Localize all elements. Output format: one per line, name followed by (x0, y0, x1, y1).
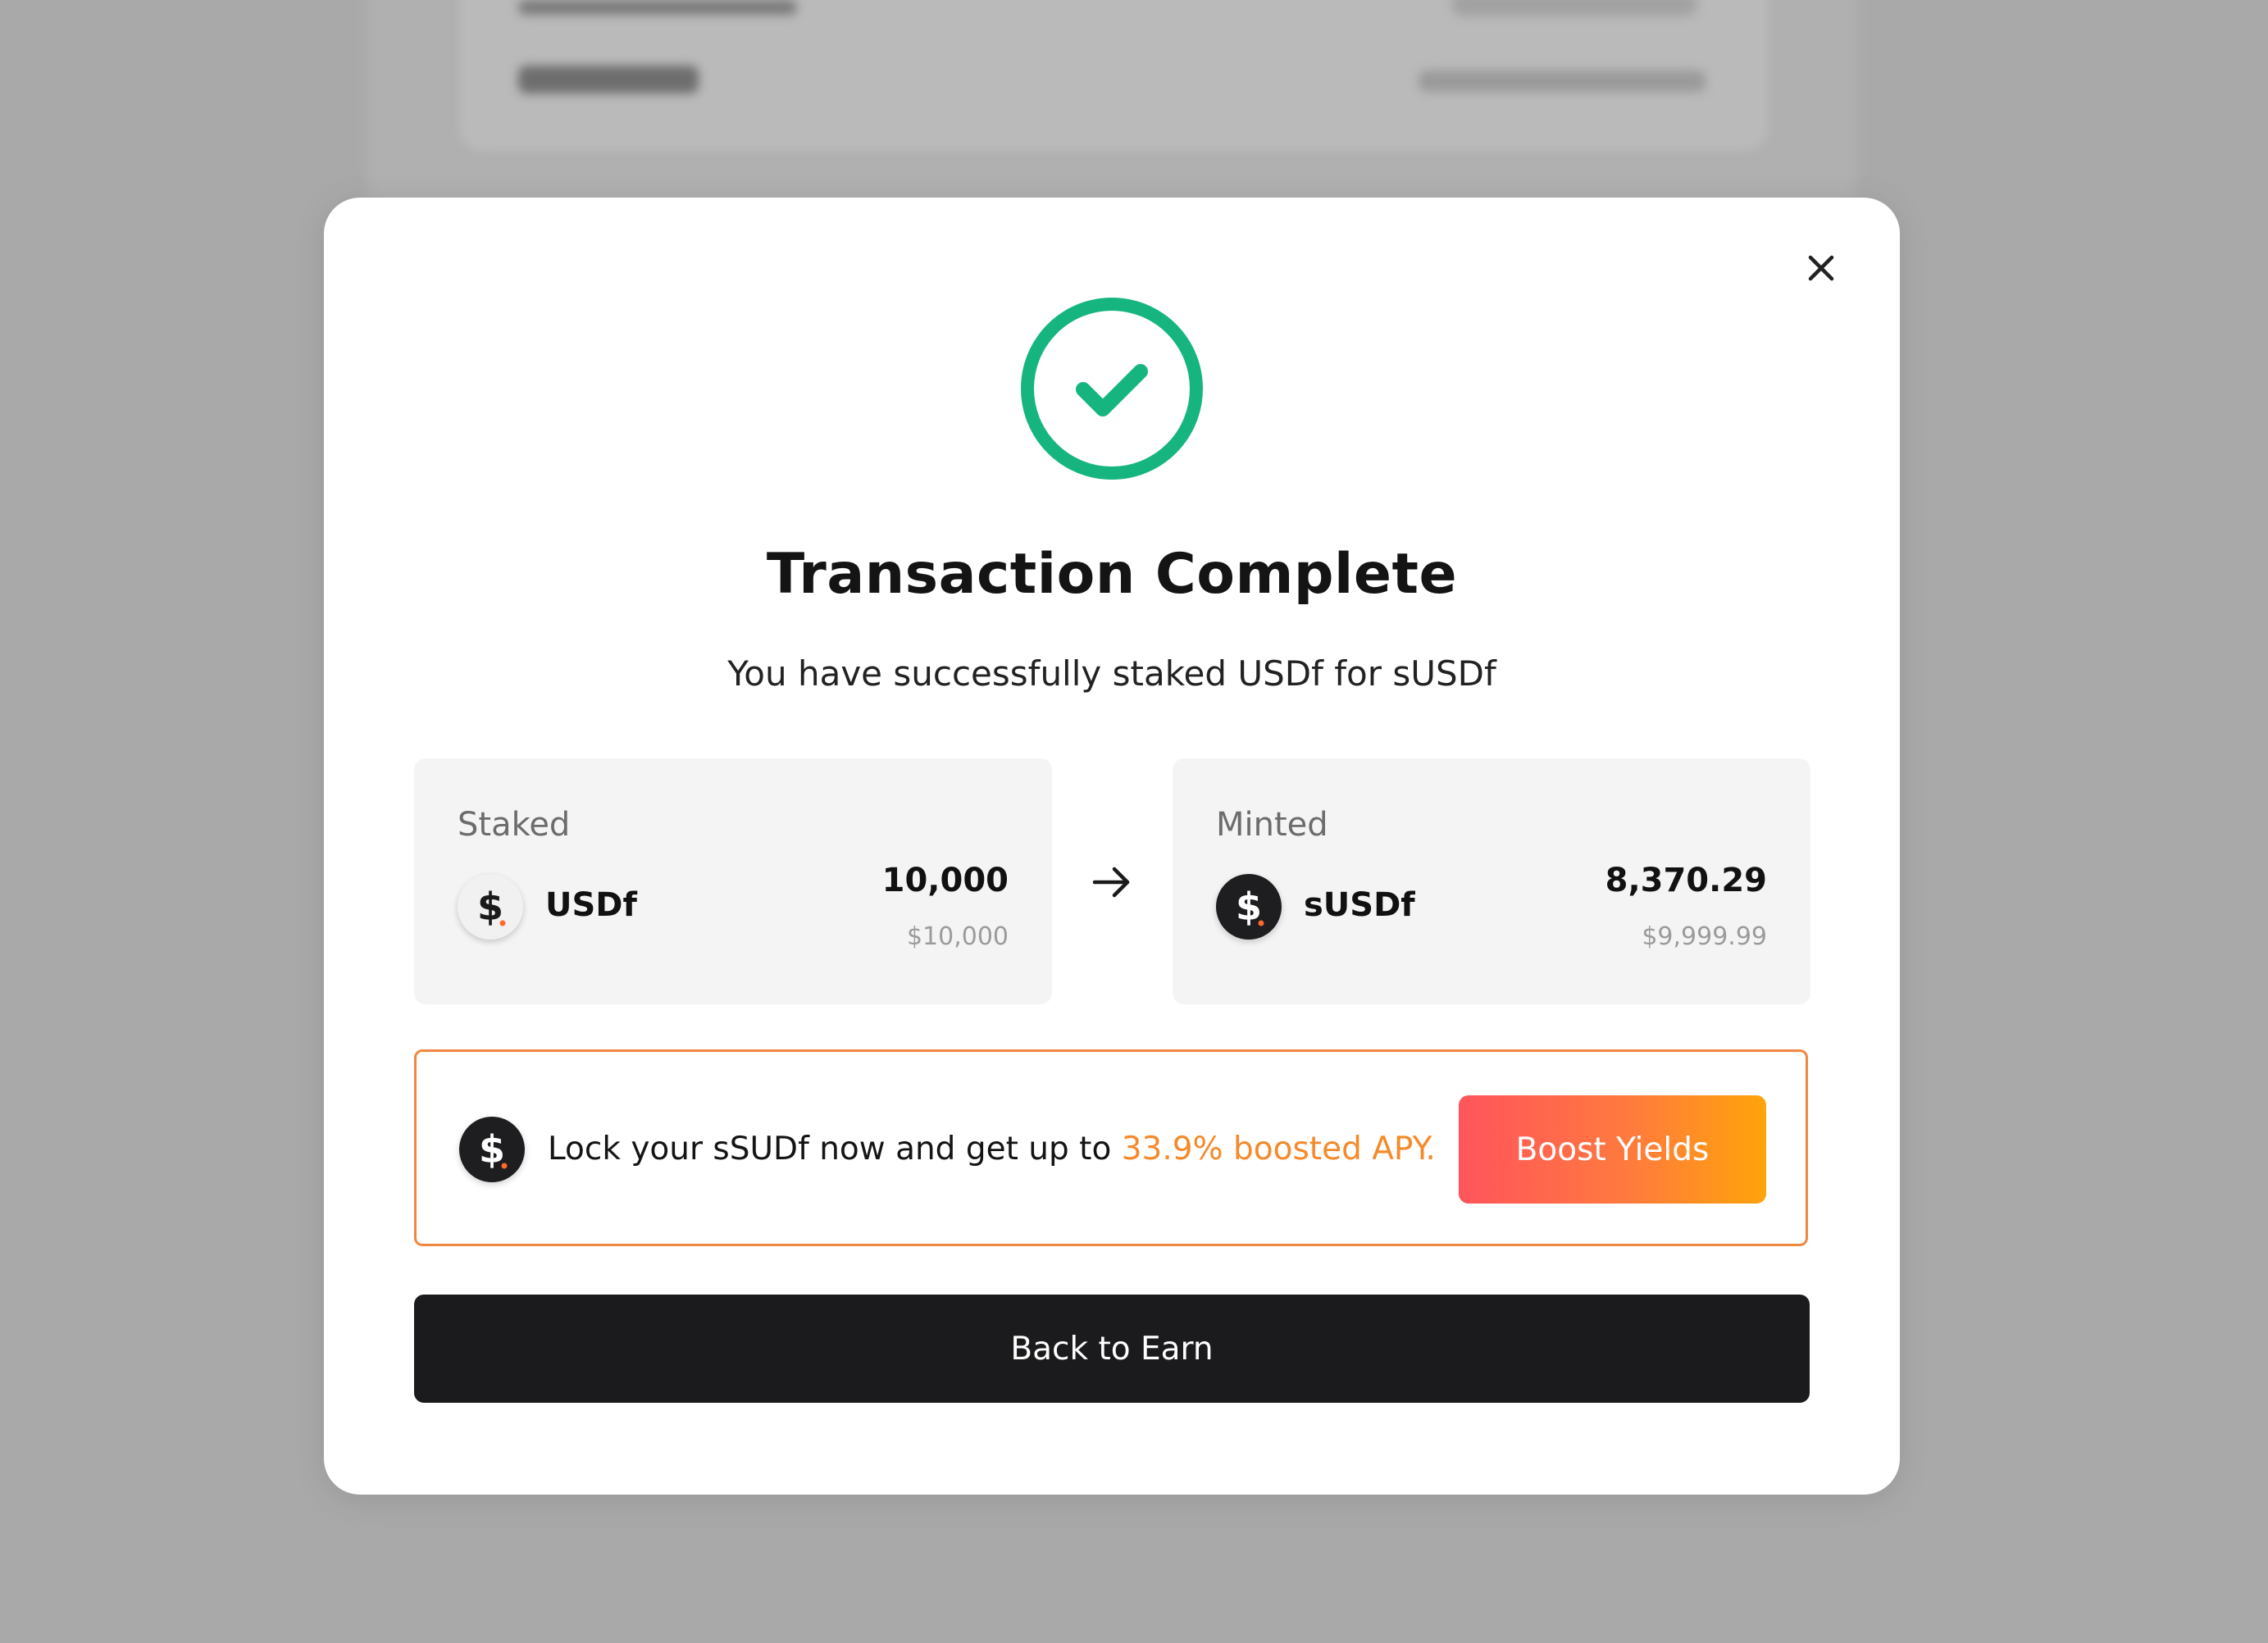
staked-card: Staked $ USDf 10,000 $10,000 (414, 758, 1052, 1004)
minted-token-name: sUSDf (1304, 886, 1415, 924)
minted-card: Minted $ sUSDf 8,370.29 $9,999.99 (1173, 758, 1810, 1004)
background-text-blur (518, 66, 699, 93)
background-pill-blur (1451, 0, 1697, 16)
boost-yields-button[interactable]: Boost Yields (1459, 1095, 1766, 1204)
close-button[interactable] (1797, 243, 1846, 293)
modal-subtitle: You have successfully staked USDf for sU… (727, 653, 1496, 694)
staked-token-name: USDf (545, 886, 637, 924)
susdf-coin-icon: $ (459, 1117, 525, 1182)
minted-amount: 8,370.29 (1605, 862, 1767, 899)
arrow-right-icon (1086, 857, 1137, 908)
staked-label: Staked (458, 806, 571, 844)
susdf-coin-icon: $ (1216, 874, 1282, 940)
boost-promo-banner: $ Lock your sSUDf now and get up to 33.9… (414, 1049, 1808, 1246)
usdf-coin-icon: $ (458, 874, 523, 940)
close-icon (1808, 255, 1834, 281)
minted-label: Minted (1216, 806, 1328, 844)
modal-title: Transaction Complete (766, 542, 1458, 607)
promo-apy-highlight: 33.9% boosted APY. (1121, 1131, 1436, 1167)
transaction-complete-modal: Transaction Complete You have successful… (324, 198, 1900, 1495)
staked-amount: 10,000 (881, 862, 1009, 899)
back-to-earn-button[interactable]: Back to Earn (414, 1295, 1810, 1403)
minted-usd-value: $9,999.99 (1642, 922, 1767, 951)
svg-text:$: $ (477, 885, 503, 929)
background-text-blur (1419, 71, 1706, 92)
svg-text:$: $ (1236, 885, 1262, 929)
svg-text:$: $ (479, 1127, 505, 1172)
promo-text-prefix: Lock your sSUDf now and get up to (548, 1131, 1122, 1167)
promo-text: Lock your sSUDf now and get up to 33.9% … (548, 1131, 1436, 1167)
staked-usd-value: $10,000 (906, 922, 1009, 951)
success-check-icon (1018, 294, 1206, 483)
background-text-blur (518, 0, 797, 15)
